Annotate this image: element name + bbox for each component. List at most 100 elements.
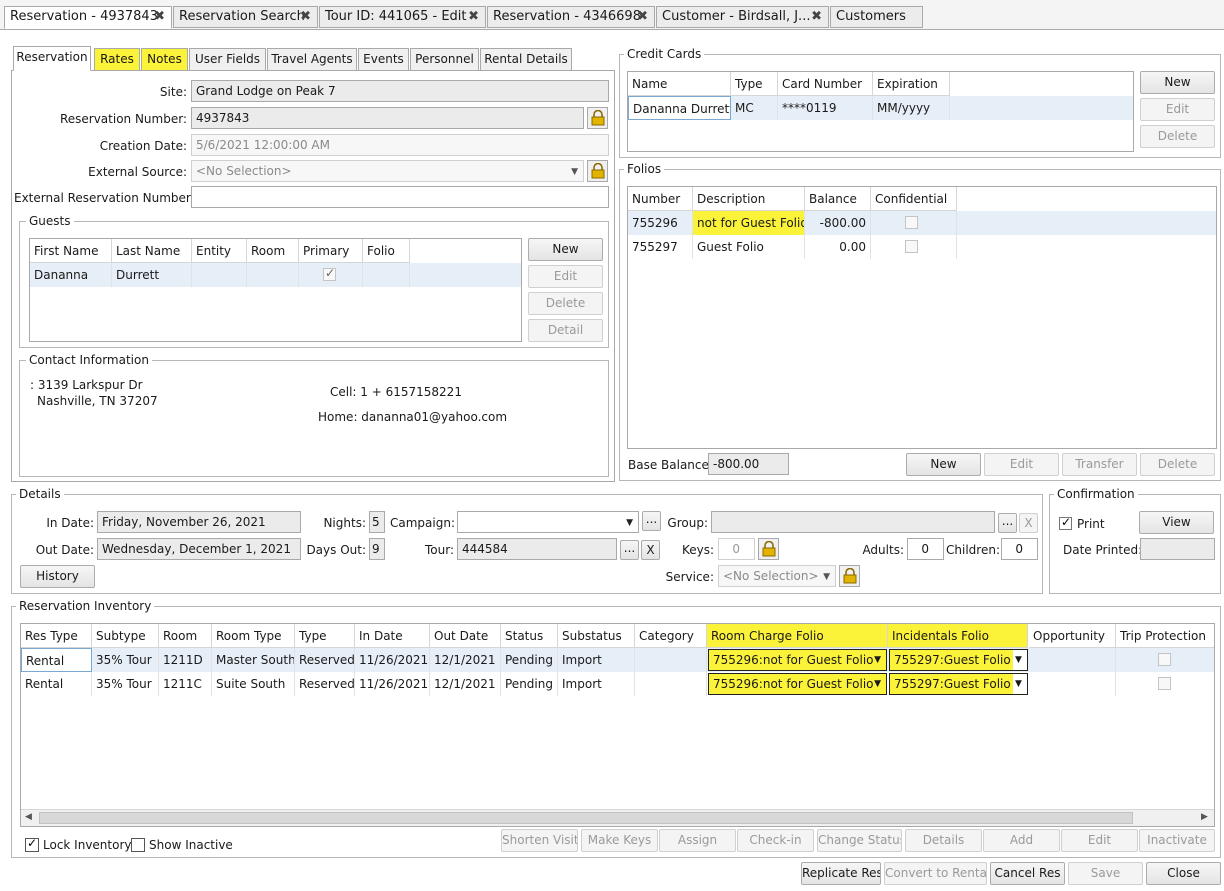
table-row[interactable]: Rental 35% Tour 1211D Master South Reser… [21,648,1214,672]
column-header[interactable]: Room [159,624,212,648]
convert-to-rental-button[interactable]: Convert to Rental [884,862,987,885]
column-header[interactable]: Opportunity [1029,624,1116,648]
children-stepper[interactable]: 0 [1001,538,1038,560]
tab-reservation[interactable]: Reservation [13,46,91,71]
room-charge-folio-select[interactable]: 755296:not for Guest Folio ▼ [708,673,887,695]
check-in-button[interactable]: Check-in [737,829,814,852]
column-header[interactable]: Name [628,72,731,96]
tab-user-fields[interactable]: User Fields [189,48,266,71]
column-header[interactable]: Category [635,624,707,648]
close-icon[interactable]: ✖ [154,9,165,24]
tab-events[interactable]: Events [358,48,409,71]
tab-notes[interactable]: Notes [141,48,188,71]
edit-button[interactable]: Edit [1061,829,1138,852]
close-icon[interactable]: ✖ [811,9,822,24]
confidential-checkbox[interactable] [905,216,918,229]
column-header[interactable]: Substatus [558,624,635,648]
out-date-field[interactable]: Wednesday, December 1, 2021 [97,538,301,560]
external-reservation-number-field[interactable] [191,186,609,208]
scroll-left-icon[interactable]: ◀ [25,812,32,822]
lock-inventory-checkbox[interactable] [25,836,39,852]
lock-icon[interactable] [587,160,608,182]
guest-edit-button[interactable]: Edit [528,265,603,288]
service-select[interactable]: <No Selection> ▼ [718,565,836,587]
tab-travel-agents[interactable]: Travel Agents [267,48,357,71]
tab-rental-details[interactable]: Rental Details [480,48,572,71]
table-row[interactable]: Dananna Durrett MC ****0119 MM/yyyy [628,96,1133,120]
scrollbar-thumb[interactable] [39,812,1133,824]
doc-tab-customers[interactable]: Customers [830,6,923,28]
doc-tab-reservation-4346698[interactable]: Reservation - 4346698 ✖ [487,6,655,28]
change-status-button[interactable]: Change Status [817,829,902,852]
campaign-browse-button[interactable]: ... [642,511,661,531]
tab-personnel[interactable]: Personnel [410,48,479,71]
column-header[interactable]: Folio [363,239,410,263]
trip-protection-checkbox[interactable] [1158,653,1171,666]
column-header[interactable]: Description [693,187,805,211]
incidentals-folio-select[interactable]: 755297:Guest Folio ▼ [889,649,1028,671]
column-header[interactable]: Confidential [871,187,957,211]
close-button[interactable]: Close [1146,862,1221,885]
doc-tab-customer-birdsall[interactable]: Customer - Birdsall, J... ✖ [656,6,829,28]
details-button[interactable]: Details [905,829,982,852]
reservation-number-field[interactable]: 4937843 [191,107,584,129]
save-button[interactable]: Save [1068,862,1143,885]
column-header[interactable]: Type [731,72,778,96]
print-checkbox[interactable] [1059,515,1072,530]
folio-transfer-button[interactable]: Transfer [1062,453,1137,476]
tour-browse-button[interactable]: ... [620,540,639,560]
folio-delete-button[interactable]: Delete [1140,453,1215,476]
table-row[interactable]: Rental 35% Tour 1211C Suite South Reserv… [21,672,1214,696]
in-date-field[interactable]: Friday, November 26, 2021 [97,511,301,533]
group-browse-button[interactable]: ... [998,513,1017,533]
card-new-button[interactable]: New [1140,71,1215,94]
column-header[interactable]: Incidentals Folio [888,624,1028,648]
column-header[interactable]: Room Type [212,624,295,648]
cancel-res-button[interactable]: Cancel Res [990,862,1065,885]
external-source-select[interactable]: <No Selection> ▼ [191,160,584,182]
incidentals-folio-select[interactable]: 755297:Guest Folio ▼ [889,673,1028,695]
card-delete-button[interactable]: Delete [1140,125,1215,148]
column-header[interactable]: Out Date [430,624,501,648]
column-header[interactable]: Type [295,624,355,648]
confidential-checkbox[interactable] [905,240,918,253]
column-header[interactable]: Subtype [92,624,159,648]
doc-tab-reservation-search[interactable]: Reservation Search ✖ [173,6,318,28]
column-header[interactable]: Res Type [21,624,92,648]
folio-edit-button[interactable]: Edit [984,453,1059,476]
assign-button[interactable]: Assign [659,829,736,852]
close-icon[interactable]: ✖ [300,9,311,24]
tour-field[interactable]: 444584 [457,538,617,560]
folio-new-button[interactable]: New [906,453,981,476]
column-header[interactable]: Room [247,239,299,263]
group-field[interactable] [711,511,995,533]
campaign-select[interactable]: ▼ [457,511,639,533]
replicate-res-button[interactable]: Replicate Res [801,862,881,885]
lock-icon[interactable] [758,538,779,560]
keys-stepper[interactable]: 0 [718,538,755,560]
column-header[interactable]: Last Name [112,239,192,263]
site-field[interactable]: Grand Lodge on Peak 7 [191,80,609,102]
group-clear-button[interactable]: X [1019,513,1038,533]
column-header[interactable]: In Date [355,624,430,648]
trip-protection-checkbox[interactable] [1158,677,1171,690]
guest-new-button[interactable]: New [528,238,603,261]
inactivate-button[interactable]: Inactivate [1139,829,1215,852]
scroll-right-icon[interactable]: ▶ [1201,812,1208,822]
tab-rates[interactable]: Rates [94,48,140,71]
column-header[interactable]: Balance [805,187,871,211]
lock-icon[interactable] [839,565,860,587]
close-icon[interactable]: ✖ [637,9,648,24]
table-row[interactable]: 755297 Guest Folio 0.00 [628,235,1216,259]
room-charge-folio-select[interactable]: 755296:not for Guest Folio ▼ [708,649,887,671]
show-inactive-checkbox[interactable] [131,838,145,852]
shorten-visit-button[interactable]: Shorten Visit [501,829,578,852]
tour-clear-button[interactable]: X [641,540,660,560]
guest-delete-button[interactable]: Delete [528,292,603,315]
horizontal-scrollbar[interactable]: ◀ ▶ [21,809,1214,826]
column-header[interactable]: Trip Protection [1116,624,1214,648]
column-header[interactable]: Room Charge Folio [707,624,888,648]
doc-tab-tour-edit[interactable]: Tour ID: 441065 - Edit ✖ [319,6,486,28]
add-button[interactable]: Add [983,829,1060,852]
column-header[interactable]: Status [501,624,558,648]
